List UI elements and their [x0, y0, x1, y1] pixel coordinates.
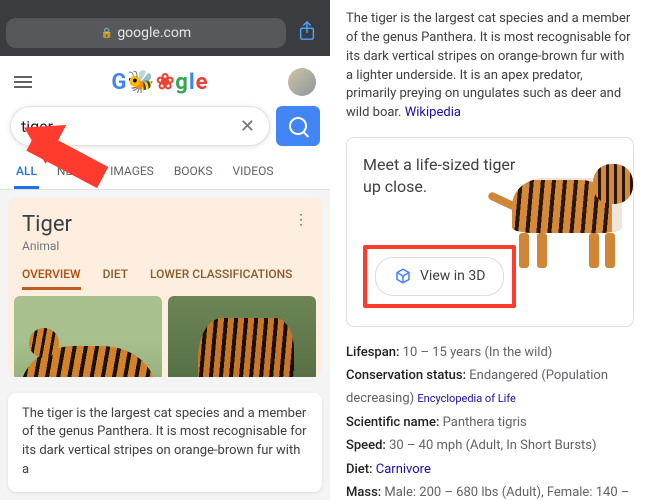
fact-label: Scientific name:	[346, 415, 439, 430]
mobile-search-pane: 🔒 google.com G🐝❀gle ✕ ALL NEWS IMAGES BO…	[0, 0, 330, 500]
kp-subtitle: Animal	[22, 239, 72, 253]
search-input[interactable]	[21, 117, 236, 136]
kp-title: Tiger	[22, 212, 72, 237]
hamburger-menu-icon[interactable]	[14, 76, 32, 88]
fact-label: Speed:	[346, 438, 386, 453]
view-3d-label: View in 3D	[420, 266, 485, 286]
fact-value: 10 – 15 years (In the wild)	[403, 345, 553, 360]
tab-books[interactable]: BOOKS	[172, 154, 215, 189]
kp-overflow-icon[interactable]: ⋮	[294, 212, 308, 253]
facts-list: Lifespan: 10 – 15 years (In the wild) Co…	[346, 341, 634, 500]
url-field[interactable]: 🔒 google.com	[6, 18, 286, 48]
kp-image-strip	[8, 290, 322, 376]
google-doodle-logo[interactable]: G🐝❀gle	[52, 70, 268, 95]
diet-link[interactable]: Carnivore	[376, 462, 431, 477]
url-domain: google.com	[117, 25, 191, 41]
detail-pane: The tiger is the largest cat species and…	[330, 0, 650, 500]
fact-value: 30 – 40 mph (Adult, In Short Bursts)	[389, 438, 596, 453]
kp-tabs: OVERVIEW DIET LOWER CLASSIFICATIONS	[8, 261, 322, 290]
browser-url-bar: 🔒 google.com	[0, 18, 330, 56]
fact-label: Lifespan:	[346, 345, 399, 360]
ar-card: Meet a life-sized tiger up close. View i…	[346, 137, 634, 326]
kp-tab-lower[interactable]: LOWER CLASSIFICATIONS	[150, 267, 292, 290]
fact-label: Conservation status:	[346, 368, 466, 383]
eol-link[interactable]: Encyclopedia of Life	[417, 392, 515, 405]
search-button[interactable]	[276, 106, 320, 146]
fact-label: Mass:	[346, 485, 381, 500]
status-bar	[0, 0, 330, 18]
view-in-3d-button[interactable]: View in 3D	[375, 257, 504, 295]
cube-icon	[394, 267, 412, 285]
kp-image-2[interactable]	[168, 296, 316, 376]
fact-value: Male: 200 – 680 lbs (Adult), Female: 140…	[384, 485, 629, 500]
search-icon	[289, 117, 307, 135]
app-header: G🐝❀gle	[0, 56, 330, 106]
tab-all[interactable]: ALL	[14, 154, 39, 189]
search-box[interactable]: ✕	[10, 106, 270, 146]
fact-value: Panthera tigris	[443, 415, 527, 430]
detail-description: The tiger is the largest cat species and…	[346, 11, 631, 120]
wikipedia-link[interactable]: Wikipedia	[405, 105, 461, 120]
search-row: ✕	[0, 106, 330, 154]
tab-videos[interactable]: VIDEOS	[230, 154, 275, 189]
description-snippet: The tiger is the largest cat species and…	[8, 393, 322, 492]
result-tabs: ALL NEWS IMAGES BOOKS VIDEOS	[0, 154, 330, 190]
knowledge-panel: Tiger Animal ⋮ OVERVIEW DIET LOWER CLASS…	[8, 198, 322, 376]
kp-tab-diet[interactable]: DIET	[103, 267, 128, 290]
avatar[interactable]	[288, 68, 316, 96]
share-icon[interactable]	[290, 21, 324, 46]
kp-image-1[interactable]	[14, 296, 162, 376]
lock-icon: 🔒	[101, 28, 113, 39]
tab-news[interactable]: NEWS	[55, 154, 92, 189]
clear-icon[interactable]: ✕	[236, 114, 259, 139]
fact-label: Diet:	[346, 462, 373, 477]
tab-images[interactable]: IMAGES	[108, 154, 156, 189]
view-3d-highlight: View in 3D	[363, 245, 516, 307]
tiger-3d-illustration	[497, 148, 637, 268]
kp-tab-overview[interactable]: OVERVIEW	[22, 267, 81, 290]
